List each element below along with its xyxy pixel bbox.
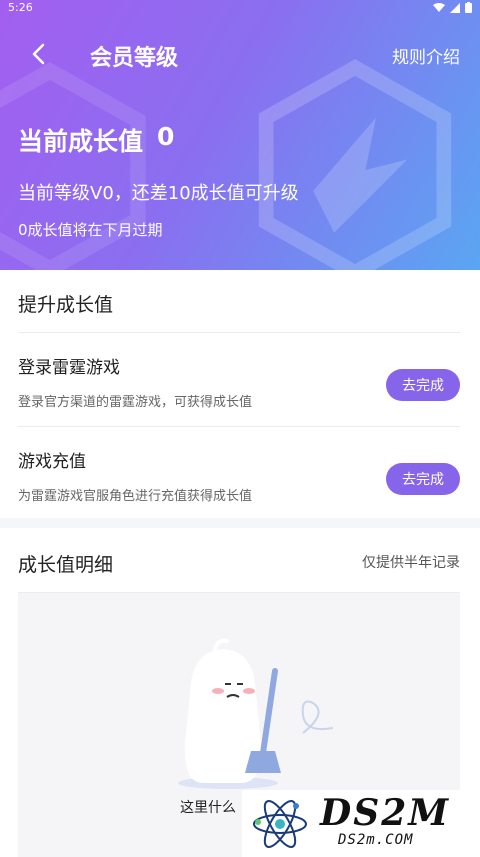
boost-title: 提升成长值 <box>18 294 114 316</box>
watermark: DS2M DS2m.COM <box>242 790 480 857</box>
task-desc: 登录官方渠道的雷霆游戏，可获得成长值 <box>18 395 253 410</box>
task-title: 登录雷霆游戏 <box>18 358 120 378</box>
growth-value-row: 当前成长值 0 <box>18 122 174 158</box>
status-time: 5:26 <box>8 1 33 14</box>
battery-icon <box>465 2 472 13</box>
divider <box>18 426 460 427</box>
status-bar: 5:26 <box>0 0 480 16</box>
watermark-url: DS2m.COM <box>338 832 414 848</box>
go-complete-button[interactable]: 去完成 <box>386 463 460 495</box>
task-login: 登录雷霆游戏 登录官方渠道的雷霆游戏，可获得成长值 去完成 <box>0 353 480 447</box>
go-complete-button[interactable]: 去完成 <box>386 369 460 401</box>
boost-section: 提升成长值 登录雷霆游戏 登录官方渠道的雷霆游戏，可获得成长值 去完成 游戏充值… <box>0 270 480 518</box>
back-arrow-icon <box>32 43 45 65</box>
detail-title: 成长值明细 <box>18 554 114 576</box>
status-icons <box>433 2 472 13</box>
atom-logo-icon <box>253 800 307 848</box>
wifi-icon <box>433 2 445 12</box>
watermark-title: DS2M <box>320 792 451 834</box>
divider <box>18 332 460 333</box>
growth-label: 当前成长值 <box>18 127 144 156</box>
page-title: 会员等级 <box>90 46 179 71</box>
task-desc: 为雷霆游戏官服角色进行充值获得成长值 <box>18 489 253 504</box>
header-banner: 5:26 会员等级 规则介绍 当前成长值 0 当前等级V0，还差10成长值可升级… <box>0 0 480 270</box>
signal-icon <box>450 2 460 13</box>
detail-note: 仅提供半年记录 <box>362 555 460 571</box>
section-gap <box>0 518 480 528</box>
level-badge-decoration <box>258 59 452 270</box>
expire-info: 0成长值将在下月过期 <box>18 221 163 239</box>
empty-text: 这里什么 <box>180 800 236 816</box>
task-title: 游戏充值 <box>18 452 86 472</box>
level-info: 当前等级V0，还差10成长值可升级 <box>18 183 299 204</box>
sweeping-mascot-illustration <box>178 638 333 789</box>
top-nav: 会员等级 规则介绍 <box>0 30 480 76</box>
growth-value: 0 <box>157 122 175 151</box>
rules-link[interactable]: 规则介绍 <box>392 43 460 68</box>
back-button[interactable] <box>22 38 54 70</box>
